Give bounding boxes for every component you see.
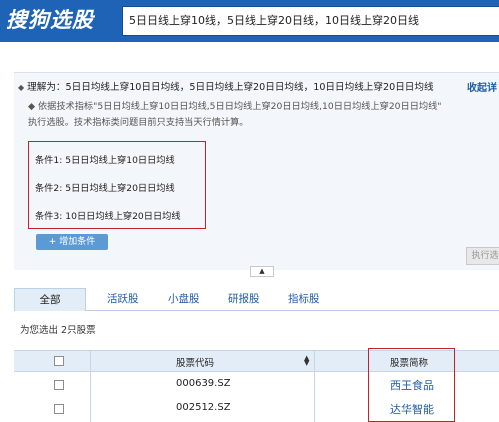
category-tabs: 全部 活跃股 小盘股 研报股 指标股 xyxy=(14,288,499,311)
stock-code: 002512.SZ xyxy=(176,402,231,413)
bullet-icon: ◆ xyxy=(28,101,38,112)
conditions-list: 条件1: 5日日均线上穿10日日均线 条件2: 5日日均线上穿20日日均线 条件… xyxy=(28,141,206,229)
stock-code: 000639.SZ xyxy=(176,378,231,389)
query-explanation-panel: ◆ 理解为：5日日均线上穿10日日均线，5日日均线上穿20日日均线，10日日均线上… xyxy=(14,72,499,270)
sort-icon[interactable]: ▲ ▼ xyxy=(304,355,309,367)
logo-text: 搜狗选股 xyxy=(6,8,94,32)
search-query-input[interactable]: 5日日线上穿10线，5日线上穿20日线，10日线上穿20日线 xyxy=(122,6,499,36)
collapse-details-link[interactable]: 收起详 xyxy=(467,79,497,94)
tab-all[interactable]: 全部 xyxy=(14,288,86,311)
spacer xyxy=(0,42,499,72)
add-condition-button[interactable]: + 增加条件 xyxy=(36,234,108,250)
condition-item[interactable]: 条件2: 5日日均线上穿20日日均线 xyxy=(35,180,175,194)
row-checkbox[interactable] xyxy=(54,404,64,414)
tab-research-report[interactable]: 研报股 xyxy=(228,288,260,311)
tab-index-stocks[interactable]: 指标股 xyxy=(288,288,320,311)
run-screen-button[interactable]: 执行选股 xyxy=(466,247,499,265)
explanation-note-line1: ◆ 依据技术指标"5日日均线上穿10日日均线,5日日均线上穿20日日均线,10日… xyxy=(28,101,442,112)
understanding-line: ◆ 理解为：5日日均线上穿10日日均线，5日日均线上穿20日日均线，10日日均线上… xyxy=(18,82,434,93)
condition-item[interactable]: 条件3: 10日日均线上穿20日日均线 xyxy=(35,208,181,222)
diamond-bullet-icon: ◆ xyxy=(18,83,25,92)
column-divider xyxy=(90,350,91,422)
result-count: 为您选出 2只股票 xyxy=(20,325,96,336)
column-divider xyxy=(314,350,315,422)
top-banner: 搜狗选股 5日日线上穿10线，5日线上穿20日线，10日线上穿20日线 xyxy=(0,0,499,42)
condition-item[interactable]: 条件1: 5日日均线上穿10日日均线 xyxy=(35,152,175,166)
sogou-stock-logo[interactable]: 搜狗选股 xyxy=(6,5,114,35)
column-header-code[interactable]: 股票代码 xyxy=(176,355,214,369)
tab-small-cap[interactable]: 小盘股 xyxy=(168,288,200,311)
tab-active-stocks[interactable]: 活跃股 xyxy=(107,288,139,311)
collapse-panel-toggle[interactable]: ▲ xyxy=(250,266,274,277)
select-all-checkbox[interactable] xyxy=(54,356,64,366)
caret-up-icon: ▲ xyxy=(259,267,265,275)
row-checkbox[interactable] xyxy=(54,380,64,390)
explanation-note-line2: 执行选股。技术指标类问题目前只支持当天行情计算。 xyxy=(28,117,249,128)
stock-name-highlight xyxy=(368,348,455,422)
